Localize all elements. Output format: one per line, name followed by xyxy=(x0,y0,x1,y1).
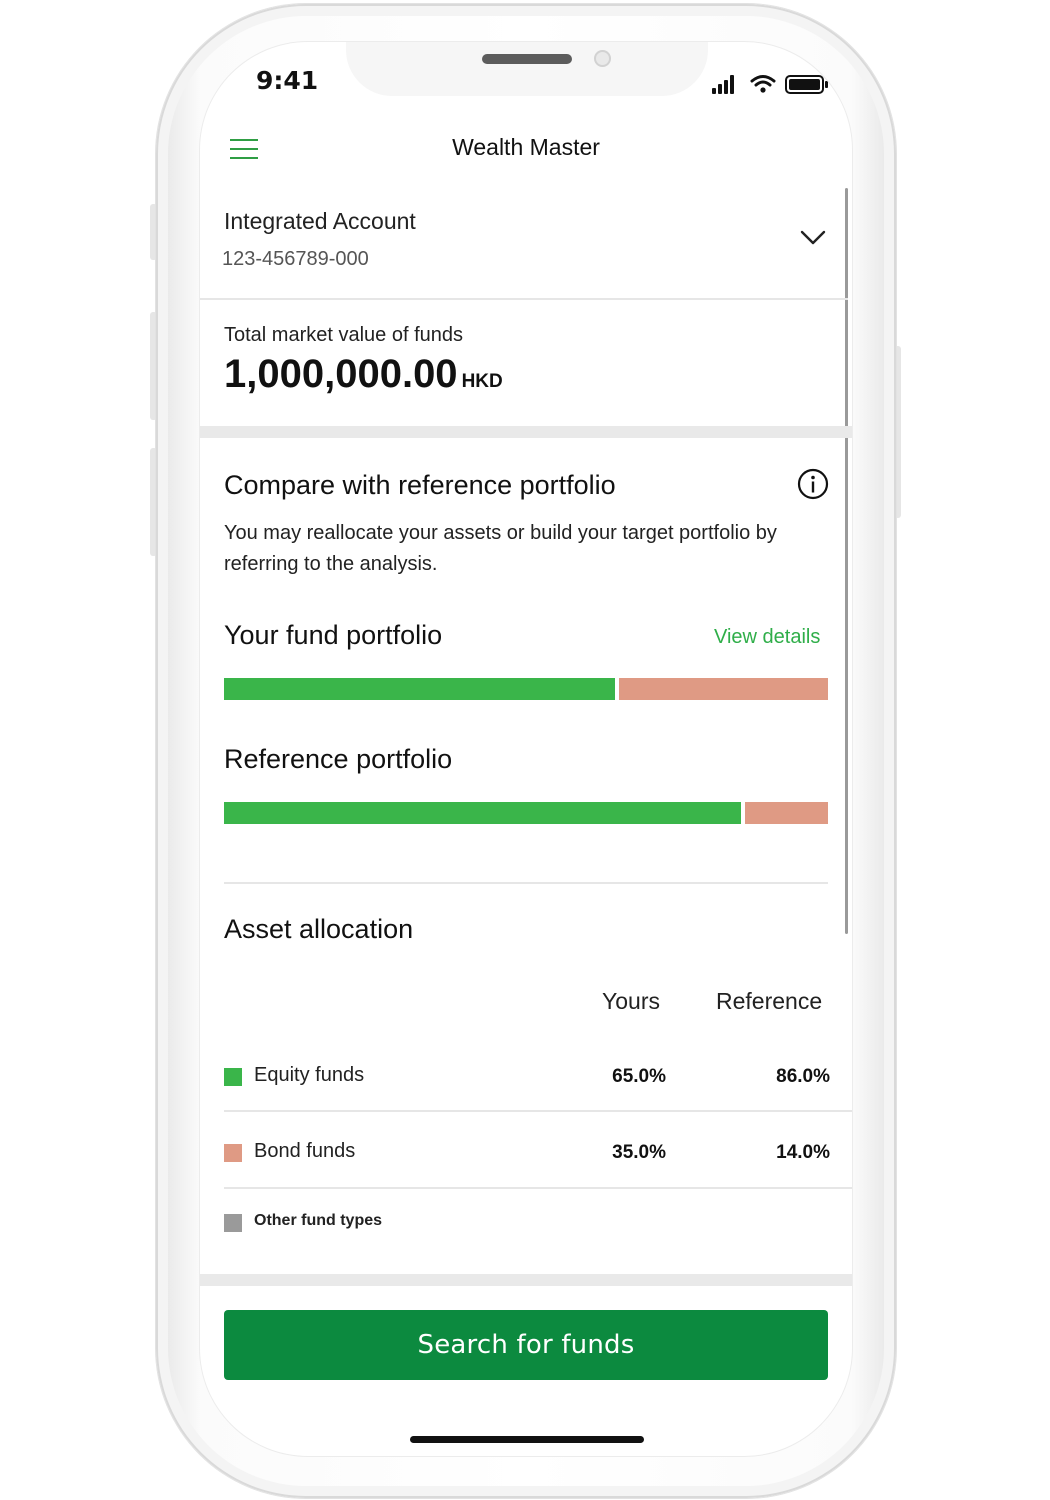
equity-swatch xyxy=(224,1068,242,1086)
bond-reference-value: 14.0% xyxy=(776,1142,830,1163)
view-details-link[interactable]: View details xyxy=(714,626,820,649)
signal-icon xyxy=(712,88,716,94)
status-icons xyxy=(710,71,830,97)
signal-wifi-battery-icons xyxy=(712,75,828,94)
allocation-title: Asset allocation xyxy=(224,914,414,944)
equity-label: Equity funds xyxy=(254,1064,365,1086)
account-selector[interactable]: Integrated Account 123-456789-000 xyxy=(200,188,848,300)
other-swatch xyxy=(224,1214,242,1232)
other-label: Other fund types xyxy=(254,1212,383,1229)
reference-portfolio-bar xyxy=(224,802,828,824)
market-value-currency: HKD xyxy=(461,371,503,392)
reference-equity-segment xyxy=(224,802,741,824)
reference-bond-segment xyxy=(745,802,828,824)
page-title: Wealth Master xyxy=(452,134,600,160)
battery-icon xyxy=(785,75,828,94)
bond-label: Bond funds xyxy=(254,1140,356,1162)
home-indicator xyxy=(410,1436,644,1443)
speaker-grille xyxy=(482,54,572,64)
divider xyxy=(224,882,828,884)
search-funds-button[interactable]: Search for funds xyxy=(224,1310,828,1380)
info-icon[interactable] xyxy=(797,468,829,500)
bond-yours-value: 35.0% xyxy=(612,1142,666,1163)
your-portfolio-label: Your fund portfolio xyxy=(224,620,443,650)
notch xyxy=(346,42,708,96)
column-header-yours: Yours xyxy=(602,988,660,1014)
your-equity-segment xyxy=(224,678,615,700)
market-value-label: Total market value of funds xyxy=(224,324,464,346)
phone-screen: 9:41 Wealth Master Integrated Account 12… xyxy=(200,42,852,1456)
your-portfolio-bar xyxy=(224,678,828,700)
account-name: Integrated Account xyxy=(224,208,416,234)
compare-title: Compare with reference portfolio xyxy=(224,470,616,500)
section-separator xyxy=(200,426,852,438)
compare-description: You may reallocate your assets or build … xyxy=(224,522,777,575)
market-value-panel: Total market value of funds 1,000,000.00… xyxy=(200,300,852,424)
chevron-down-icon[interactable] xyxy=(800,230,826,246)
column-header-reference: Reference xyxy=(716,988,823,1014)
bottom-separator xyxy=(200,1274,852,1286)
market-value-amount: 1,000,000.00 xyxy=(224,352,458,396)
wifi-icon xyxy=(750,75,776,87)
app-header: Wealth Master xyxy=(200,122,852,178)
your-bond-segment xyxy=(619,678,828,700)
row-divider xyxy=(224,1187,852,1189)
bond-swatch xyxy=(224,1144,242,1162)
status-time: 9:41 xyxy=(256,66,319,95)
account-number: 123-456789-000 xyxy=(222,248,369,270)
row-divider xyxy=(224,1110,852,1112)
market-value: 1,000,000.00 HKD xyxy=(224,352,503,397)
front-camera xyxy=(594,50,611,67)
equity-reference-value: 86.0% xyxy=(776,1066,830,1087)
equity-yours-value: 65.0% xyxy=(612,1066,666,1087)
reference-portfolio-label: Reference portfolio xyxy=(224,744,453,774)
